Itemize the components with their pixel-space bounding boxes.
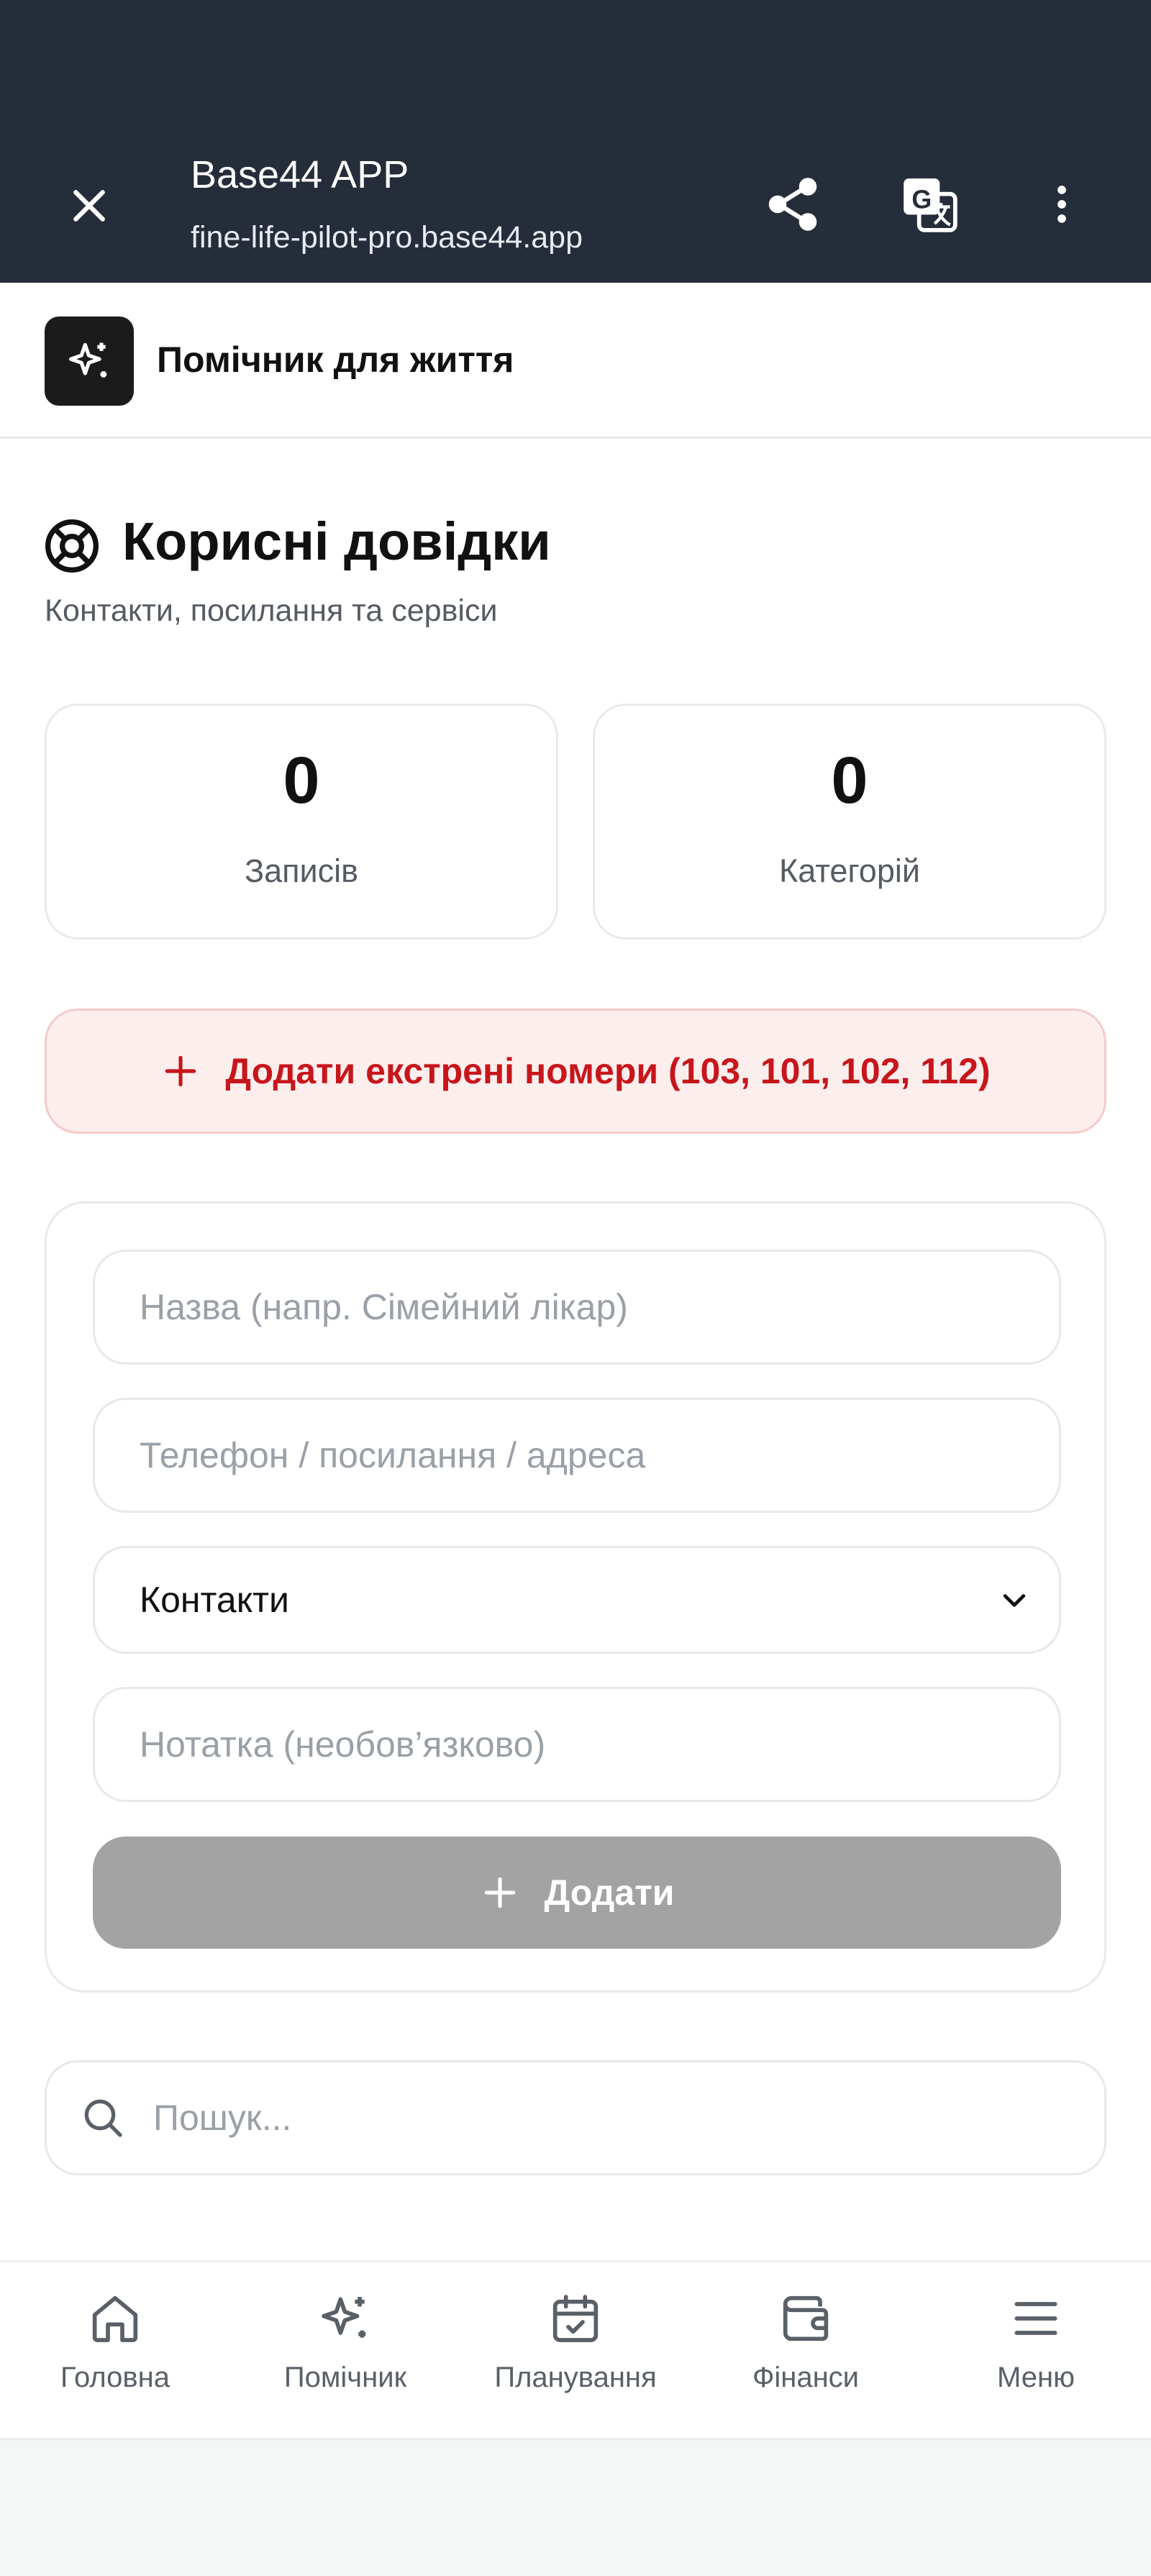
menu-icon (1014, 2302, 1057, 2335)
more-vertical-icon (1057, 186, 1066, 223)
wallet-icon (783, 2295, 829, 2341)
category-select[interactable]: Контакти (93, 1546, 1061, 1654)
add-button[interactable]: Додати (93, 1837, 1061, 1949)
search-input[interactable]: Пошук... (45, 2060, 1106, 2175)
stat-label: Записів (244, 852, 359, 889)
app-name: Помічник для життя (157, 340, 514, 380)
nav-label: Головна (60, 2362, 170, 2393)
share-icon (768, 178, 817, 231)
page-subtitle: Контакти, посилання та сервіси (45, 593, 498, 628)
page-title: Корисні довідки (122, 511, 551, 571)
emergency-button-label: Додати екстрені номери (103, 101, 102, 1… (225, 1051, 991, 1091)
translate-icon: G (904, 178, 957, 232)
browser-top-bar: Base44 APP fine-life-pilot-pro.base44.ap… (0, 0, 1151, 283)
stat-value: 0 (283, 744, 320, 817)
nav-item-planning[interactable]: Планування (460, 2290, 691, 2419)
nav-item-menu[interactable]: Меню (921, 2290, 1151, 2419)
stat-value: 0 (831, 744, 868, 817)
stat-card-records: 0 Записів (45, 704, 558, 939)
search-placeholder: Пошук... (153, 2098, 292, 2138)
chevron-down-icon (1003, 1594, 1026, 1607)
add-button-label: Додати (544, 1872, 675, 1913)
nav-label: Планування (494, 2362, 657, 2393)
lifebuoy-icon (45, 519, 99, 573)
nav-label: Фінанси (752, 2362, 860, 2393)
note-input[interactable]: Нотатка (необов’язково) (93, 1687, 1061, 1802)
app-header: Помічник для життя (0, 283, 1151, 439)
nav-item-finance[interactable]: Фінанси (691, 2290, 921, 2419)
name-input[interactable]: Назва (напр. Сімейний лікар) (93, 1250, 1061, 1365)
stat-card-categories: 0 Категорій (593, 704, 1106, 939)
plus-icon (165, 1055, 196, 1087)
share-button[interactable] (755, 167, 830, 242)
nav-label: Помічник (283, 2362, 407, 2393)
nav-item-assistant[interactable]: Помічник (230, 2290, 460, 2419)
plus-icon (484, 1877, 515, 1908)
contact-input[interactable]: Телефон / посилання / адреса (93, 1398, 1061, 1513)
calendar-check-icon (552, 2295, 599, 2342)
category-selected-value: Контакти (140, 1580, 289, 1620)
bottom-navigation: Головна Помічник Планування Фінанси Меню (0, 2260, 1151, 2440)
sparkles-icon (322, 2297, 366, 2338)
footer-area (0, 2440, 1151, 2576)
browser-title: Base44 APP (191, 153, 409, 196)
svg-text:G: G (911, 185, 932, 214)
home-icon (92, 2295, 138, 2342)
note-placeholder: Нотатка (необов’язково) (140, 1724, 546, 1765)
name-placeholder: Назва (напр. Сімейний лікар) (140, 1287, 628, 1327)
close-button[interactable] (52, 168, 127, 243)
browser-url[interactable]: fine-life-pilot-pro.base44.app (191, 220, 583, 255)
contact-placeholder: Телефон / посилання / адреса (140, 1435, 646, 1475)
translate-button[interactable]: G (892, 167, 967, 242)
app-logo[interactable] (45, 317, 134, 406)
search-icon (84, 2099, 122, 2137)
sparkles-icon (68, 342, 107, 378)
more-options-button[interactable] (1024, 167, 1099, 242)
add-reference-form: Назва (напр. Сімейний лікар) Телефон / п… (45, 1201, 1106, 1993)
stat-label: Категорій (779, 852, 920, 889)
close-icon (73, 190, 105, 222)
add-emergency-numbers-button[interactable]: Додати екстрені номери (103, 101, 102, 1… (45, 1009, 1106, 1134)
nav-label: Меню (996, 2362, 1075, 2393)
nav-item-home[interactable]: Головна (0, 2290, 230, 2419)
